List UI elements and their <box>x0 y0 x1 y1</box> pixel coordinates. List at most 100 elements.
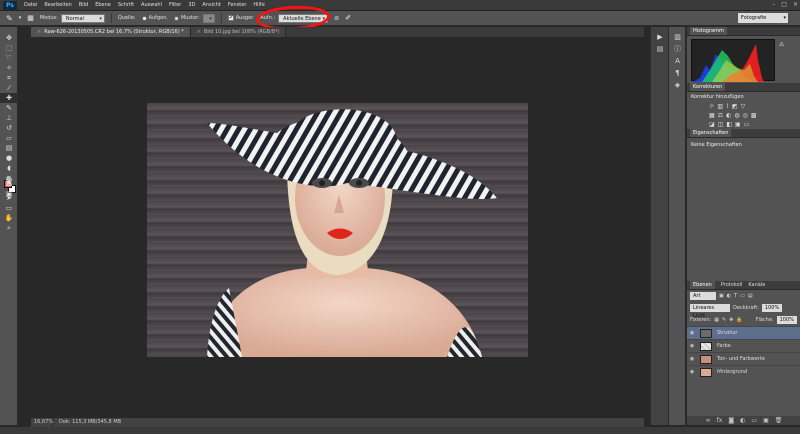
paragraph-panel-icon[interactable]: ¶ <box>669 67 686 79</box>
gradient-tool-icon[interactable]: ▤ <box>0 143 18 153</box>
panel-icon[interactable]: ▤ <box>651 43 669 55</box>
blend-mode-select[interactable]: Lineares Licht <box>690 304 730 319</box>
brush-tool-icon[interactable]: ✎ <box>0 103 18 113</box>
tab-histogram[interactable]: Histogramm <box>690 27 727 35</box>
ignore-adjustment-icon[interactable]: ⊘ <box>334 15 339 22</box>
crop-tool-icon[interactable]: ⌗ <box>0 73 18 83</box>
blur-tool-icon[interactable]: ● <box>0 153 18 163</box>
aligned-checkbox[interactable] <box>227 14 234 21</box>
canvas-area[interactable] <box>31 37 644 418</box>
tab-raw-document[interactable]: × Raw-626-20130505.CR2 bei 16,7% (Struktu… <box>31 27 191 37</box>
menu-ebene[interactable]: Ebene <box>95 2 111 8</box>
menu-schrift[interactable]: Schrift <box>118 2 134 8</box>
menu-bild[interactable]: Bild <box>79 2 88 8</box>
mode-select[interactable]: Normal <box>60 13 105 24</box>
menu-ansicht[interactable]: Ansicht <box>202 2 220 8</box>
menu-auswahl[interactable]: Auswahl <box>141 2 162 8</box>
warning-icon[interactable]: ⚠ <box>779 41 784 48</box>
visibility-eye-icon[interactable]: ◉ <box>687 330 697 336</box>
channel-mixer-icon[interactable]: ◎ <box>743 112 748 119</box>
screen-mode-icon[interactable]: ▣ <box>0 189 18 199</box>
brush-panel-icon[interactable]: ▦ <box>27 14 34 22</box>
tab-kanaele[interactable]: Kanäle <box>748 281 765 289</box>
lock-pixels-icon[interactable]: ✎ <box>722 317 726 323</box>
layer-row[interactable]: ◉ Ton- und Farbwerte <box>687 352 800 365</box>
menu-datei[interactable]: Datei <box>24 2 37 8</box>
filter-adjust-icon[interactable]: ◐ <box>727 293 731 299</box>
close-tab-icon[interactable]: × <box>197 29 201 35</box>
stamp-tool-icon[interactable]: ✎ <box>6 14 13 23</box>
layer-row[interactable]: ◉ Struktur <box>687 326 800 339</box>
shape-tool-icon[interactable]: ▭ <box>0 203 18 213</box>
source-pattern-radio[interactable] <box>173 15 179 21</box>
marquee-tool-icon[interactable]: ⬚ <box>0 43 18 53</box>
lock-transparent-icon[interactable]: ▦ <box>714 317 719 323</box>
zoom-level[interactable]: 16,67% <box>31 418 53 427</box>
play-action-icon[interactable]: ▶ <box>651 31 669 43</box>
threshold-icon[interactable]: ◧ <box>726 121 732 128</box>
filter-pixel-icon[interactable]: ▣ <box>719 293 724 299</box>
filter-kind-select[interactable]: Art <box>690 292 716 300</box>
fx-icon[interactable]: fx <box>717 416 723 425</box>
tab-eigenschaften[interactable]: Eigenschaften <box>690 129 732 137</box>
character-panel-icon[interactable]: A <box>669 55 686 67</box>
visibility-eye-icon[interactable]: ◉ <box>687 369 697 375</box>
minimize-icon[interactable]: – <box>772 1 775 8</box>
zoom-tool-icon[interactable]: ⌕ <box>0 223 18 233</box>
brush-preset-icon[interactable]: ▾ <box>19 15 22 21</box>
hand-tool-icon[interactable]: ✋ <box>0 213 18 223</box>
filter-shape-icon[interactable]: ▭ <box>740 293 745 299</box>
history-brush-tool-icon[interactable]: ↺ <box>0 123 18 133</box>
eraser-tool-icon[interactable]: ▱ <box>0 133 18 143</box>
lasso-tool-icon[interactable]: ➰ <box>0 53 18 63</box>
eyedropper-tool-icon[interactable]: ⁄ <box>0 83 18 93</box>
brightness-icon[interactable]: ☼ <box>709 103 714 110</box>
tab-protokoll[interactable]: Protokoll <box>721 281 743 289</box>
menu-3d[interactable]: 3D <box>188 2 195 8</box>
hue-saturation-icon[interactable]: ▦ <box>709 112 715 119</box>
filter-smart-icon[interactable]: ▤ <box>748 293 753 299</box>
close-icon[interactable]: × <box>793 1 798 8</box>
new-adjustment-icon[interactable]: ◐ <box>740 416 745 425</box>
quick-select-tool-icon[interactable]: ✧ <box>0 63 18 73</box>
new-group-icon[interactable]: ▭ <box>751 416 757 425</box>
visibility-eye-icon[interactable]: ◉ <box>687 343 697 349</box>
selective-color-icon[interactable]: ▣ <box>735 121 741 128</box>
healing-tool-icon[interactable]: ✚ <box>0 93 18 103</box>
pressure-icon[interactable]: ✐ <box>345 14 351 22</box>
black-white-icon[interactable]: ◐ <box>726 112 731 119</box>
info-panel-icon[interactable]: ⓘ <box>669 43 686 55</box>
filter-type-icon[interactable]: T <box>734 293 737 299</box>
clone-stamp-tool-icon[interactable]: ⊥ <box>0 113 18 123</box>
menu-fenster[interactable]: Fenster <box>228 2 247 8</box>
workspace-select[interactable]: Fotografie <box>738 13 788 23</box>
menu-filter[interactable]: Filter <box>169 2 181 8</box>
photo-filter-icon[interactable]: ◍ <box>734 112 739 119</box>
move-tool-icon[interactable]: ✥ <box>0 33 18 43</box>
levels-icon[interactable]: ▥ <box>717 103 723 110</box>
visibility-eye-icon[interactable]: ◉ <box>687 356 697 362</box>
lock-all-icon[interactable]: 🔒 <box>736 317 742 323</box>
curves-icon[interactable]: ⌇ <box>726 103 729 110</box>
fill-input[interactable]: 100% <box>776 316 797 324</box>
source-sampled-radio[interactable] <box>141 15 147 21</box>
quick-mask-icon[interactable]: ◙ <box>0 177 18 187</box>
menu-bearbeiten[interactable]: Bearbeiten <box>44 2 71 8</box>
posterize-icon[interactable]: ◫ <box>718 121 724 128</box>
close-tab-icon[interactable]: × <box>37 29 41 35</box>
menu-hilfe[interactable]: Hilfe <box>253 2 264 8</box>
color-balance-icon[interactable]: ⚖ <box>718 112 723 119</box>
link-layers-icon[interactable]: ∞ <box>706 416 711 425</box>
tab-bild-10[interactable]: × Bild 10.jpg bei 100% (RGB/8*) <box>190 27 287 37</box>
color-lookup-icon[interactable]: ▩ <box>751 112 757 119</box>
tab-korrekturen[interactable]: Korrekturen <box>690 83 726 91</box>
photo-canvas[interactable] <box>147 103 528 357</box>
document-size[interactable]: Dok: 115,3 MB/345,8 MB <box>53 418 121 427</box>
vibrance-icon[interactable]: ▽ <box>741 103 746 110</box>
trash-icon[interactable]: 🗑 <box>775 416 783 425</box>
lock-position-icon[interactable]: ✥ <box>729 317 733 323</box>
layer-row[interactable]: ◉ Hintergrund <box>687 365 800 378</box>
pattern-picker[interactable] <box>202 13 215 24</box>
opacity-input[interactable]: 100% <box>761 304 783 312</box>
invert-icon[interactable]: ◪ <box>709 121 715 128</box>
